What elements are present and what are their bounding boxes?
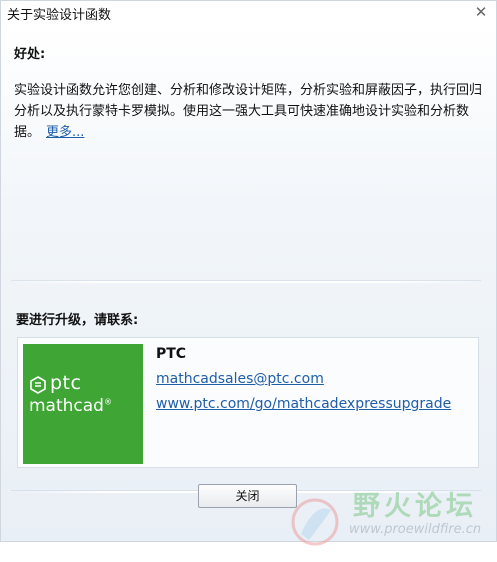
description-text: 实验设计函数允许您创建、分析和修改设计矩阵，分析实验和屏蔽因子，执行回归分析以及… bbox=[14, 83, 483, 140]
dialog-content: 好处: 实验设计函数允许您创建、分析和修改设计矩阵，分析实验和屏蔽因子，执行回归… bbox=[1, 25, 496, 546]
close-icon[interactable]: ✕ bbox=[472, 3, 490, 21]
ptc-mathcad-logo-icon bbox=[30, 376, 46, 394]
email-link[interactable]: mathcadsales@ptc.com bbox=[156, 371, 324, 387]
ptc-mathcad-logo: ptc mathcad® bbox=[23, 344, 143, 464]
contact-box: ptc mathcad® PTC mathcadsales@ptc.com ww… bbox=[17, 337, 479, 468]
benefits-heading: 好处: bbox=[14, 47, 46, 62]
logo-brand: ptc bbox=[50, 372, 82, 394]
watermark-url: www.proewildfire.cn bbox=[349, 522, 482, 537]
more-link[interactable]: 更多... bbox=[46, 125, 84, 140]
watermark: 野火论坛 www.proewildfire.cn bbox=[287, 482, 492, 562]
window-title: 关于实验设计函数 bbox=[7, 8, 112, 23]
logo-product: mathcad® bbox=[29, 396, 112, 416]
logo-registered-mark: ® bbox=[103, 397, 112, 407]
benefits-description: 实验设计函数允许您创建、分析和修改设计矩阵，分析实验和屏蔽因子，执行回归分析以及… bbox=[14, 80, 484, 143]
separator-top bbox=[11, 281, 481, 283]
upgrade-heading: 要进行升级，请联系: bbox=[16, 313, 139, 328]
upgrade-url-link[interactable]: www.ptc.com/go/mathcadexpressupgrade bbox=[156, 396, 451, 412]
company-name: PTC bbox=[156, 346, 187, 362]
watermark-text: 野火论坛 bbox=[353, 491, 477, 522]
about-dialog: 关于实验设计函数 ✕ 好处: 实验设计函数允许您创建、分析和修改设计矩阵，分析实… bbox=[0, 0, 497, 546]
title-bar: 关于实验设计函数 ✕ bbox=[1, 1, 496, 25]
logo-product-text: mathcad bbox=[29, 396, 104, 416]
close-button[interactable]: 关闭 bbox=[198, 484, 297, 508]
